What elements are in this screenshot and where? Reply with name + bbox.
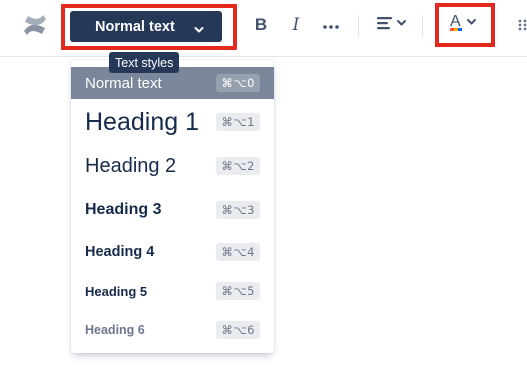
shortcut-badge: ⌘⌥0 [216, 74, 260, 92]
shortcut-badge: ⌘⌥3 [216, 201, 260, 219]
menu-item-label: Heading 5 [85, 283, 148, 299]
toolbar-divider [422, 15, 423, 37]
italic-icon: I [292, 15, 300, 35]
overflow-dots-icon[interactable] [517, 13, 527, 37]
italic-button[interactable]: I [286, 13, 306, 37]
font-color-icon: A [447, 12, 483, 39]
tooltip: Text styles [109, 52, 180, 73]
menu-item-heading-5[interactable]: Heading 5 ⌘⌥5 [71, 277, 274, 305]
menu-item-heading-1[interactable]: Heading 1 ⌘⌥1 [71, 104, 274, 140]
align-left-icon [376, 15, 410, 36]
menu-item-label: Heading 6 [85, 323, 145, 337]
more-formatting-button[interactable] [320, 13, 342, 37]
text-style-dropdown-button[interactable]: Normal text [70, 11, 222, 42]
text-alignment-button[interactable] [376, 13, 410, 37]
chevron-down-icon [194, 22, 204, 38]
font-color-button[interactable]: A [446, 13, 484, 37]
menu-item-label: Heading 1 [85, 107, 199, 136]
bold-button[interactable]: B [251, 13, 271, 37]
shortcut-badge: ⌘⌥2 [216, 157, 260, 175]
shortcut-badge: ⌘⌥5 [216, 282, 260, 300]
menu-item-heading-2[interactable]: Heading 2 ⌘⌥2 [71, 149, 274, 183]
bold-icon: B [254, 15, 268, 34]
tooltip-text: Text styles [115, 55, 174, 70]
text-style-button-label: Normal text [95, 18, 175, 35]
more-icon [323, 16, 339, 34]
text-styles-menu: Normal text ⌘⌥0 Heading 1 ⌘⌥1 Heading 2 … [71, 60, 274, 353]
shortcut-badge: ⌘⌥4 [216, 243, 260, 261]
editor-toolbar: Normal text B I A [0, 0, 527, 57]
menu-item-heading-6[interactable]: Heading 6 ⌘⌥6 [71, 317, 274, 343]
shortcut-badge: ⌘⌥6 [216, 321, 260, 339]
shortcut-badge: ⌘⌥1 [216, 113, 260, 131]
menu-item-heading-3[interactable]: Heading 3 ⌘⌥3 [71, 194, 274, 226]
svg-text:A: A [450, 13, 461, 30]
menu-item-label: Normal text [85, 74, 162, 92]
menu-item-heading-4[interactable]: Heading 4 ⌘⌥4 [71, 237, 274, 267]
confluence-logo[interactable] [21, 11, 49, 39]
menu-item-label: Heading 4 [85, 244, 155, 260]
menu-item-label: Heading 3 [85, 201, 162, 218]
toolbar-divider [358, 15, 359, 37]
menu-item-label: Heading 2 [85, 154, 177, 177]
